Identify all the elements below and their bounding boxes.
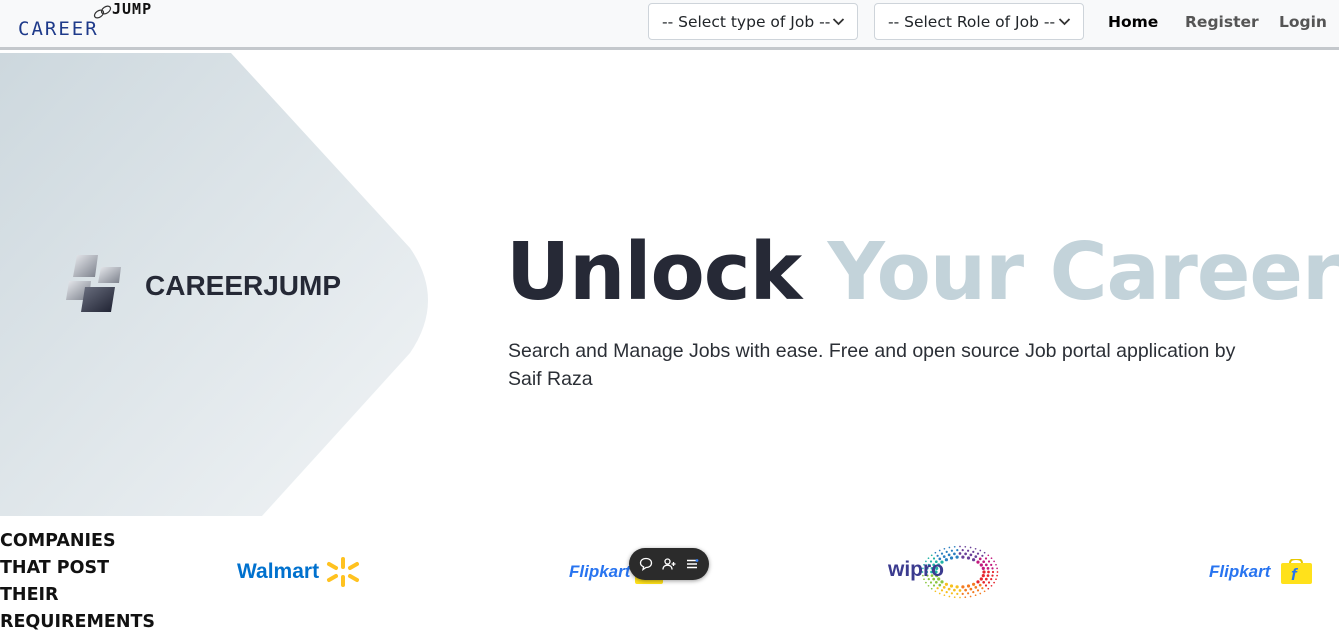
chevron-down-icon <box>832 18 845 26</box>
hero-section: CAREERJUMP Unlock Your Career Search and… <box>0 53 1339 516</box>
menu-button[interactable] <box>683 555 701 573</box>
site-logo[interactable]: CAREER JUMP <box>16 0 166 46</box>
floating-toolbar <box>629 548 709 580</box>
job-type-select[interactable]: -- Select type of Job -- <box>648 3 858 40</box>
hero-title-light: Your Career <box>827 226 1339 318</box>
nav-register-link[interactable]: Register <box>1185 13 1259 31</box>
chain-link-icon <box>93 5 112 19</box>
nav-login-link[interactable]: Login <box>1279 13 1327 31</box>
company-name: Walmart <box>237 560 320 583</box>
walmart-spark-icon <box>327 557 360 587</box>
navbar: CAREER JUMP -- Select type of Job -- -- … <box>0 0 1339 50</box>
logo-career-text: CAREER <box>18 18 99 40</box>
careerjump-logo-icon <box>66 255 121 312</box>
company-name: Flipkart <box>569 562 631 581</box>
company-logo-flipkart: Flipkart f <box>1209 555 1314 589</box>
hero-title-dark: Unlock <box>506 226 802 318</box>
company-logo-walmart: Walmart <box>237 555 361 589</box>
company-name: wipro <box>888 558 944 581</box>
chat-button[interactable] <box>637 555 655 573</box>
company-name: Flipkart <box>1209 562 1271 581</box>
careerjump-brand: CAREERJUMP <box>65 253 341 313</box>
job-type-select-value: -- Select type of Job -- <box>662 12 831 31</box>
job-role-select[interactable]: -- Select Role of Job -- <box>874 3 1084 40</box>
chevron-down-icon <box>1058 18 1071 26</box>
brand-name: CAREERJUMP <box>145 270 342 301</box>
hero-title: Unlock Your Career <box>506 233 1339 312</box>
flipkart-bag-icon: f <box>1281 559 1313 584</box>
logo-jump-text: JUMP <box>112 0 153 18</box>
job-role-select-value: -- Select Role of Job -- <box>888 12 1056 31</box>
hero-subtitle: Search and Manage Jobs with ease. Free a… <box>508 340 1236 390</box>
company-logo-wipro: wipro <box>888 545 1012 599</box>
user-add-icon <box>662 558 676 570</box>
user-add-button[interactable] <box>660 555 678 573</box>
chat-icon <box>640 557 653 571</box>
nav-home-link[interactable]: Home <box>1108 13 1158 31</box>
companies-heading: COMPANIES THAT POST THEIR REQUIREMENTS <box>0 531 156 632</box>
menu-icon <box>686 559 699 569</box>
